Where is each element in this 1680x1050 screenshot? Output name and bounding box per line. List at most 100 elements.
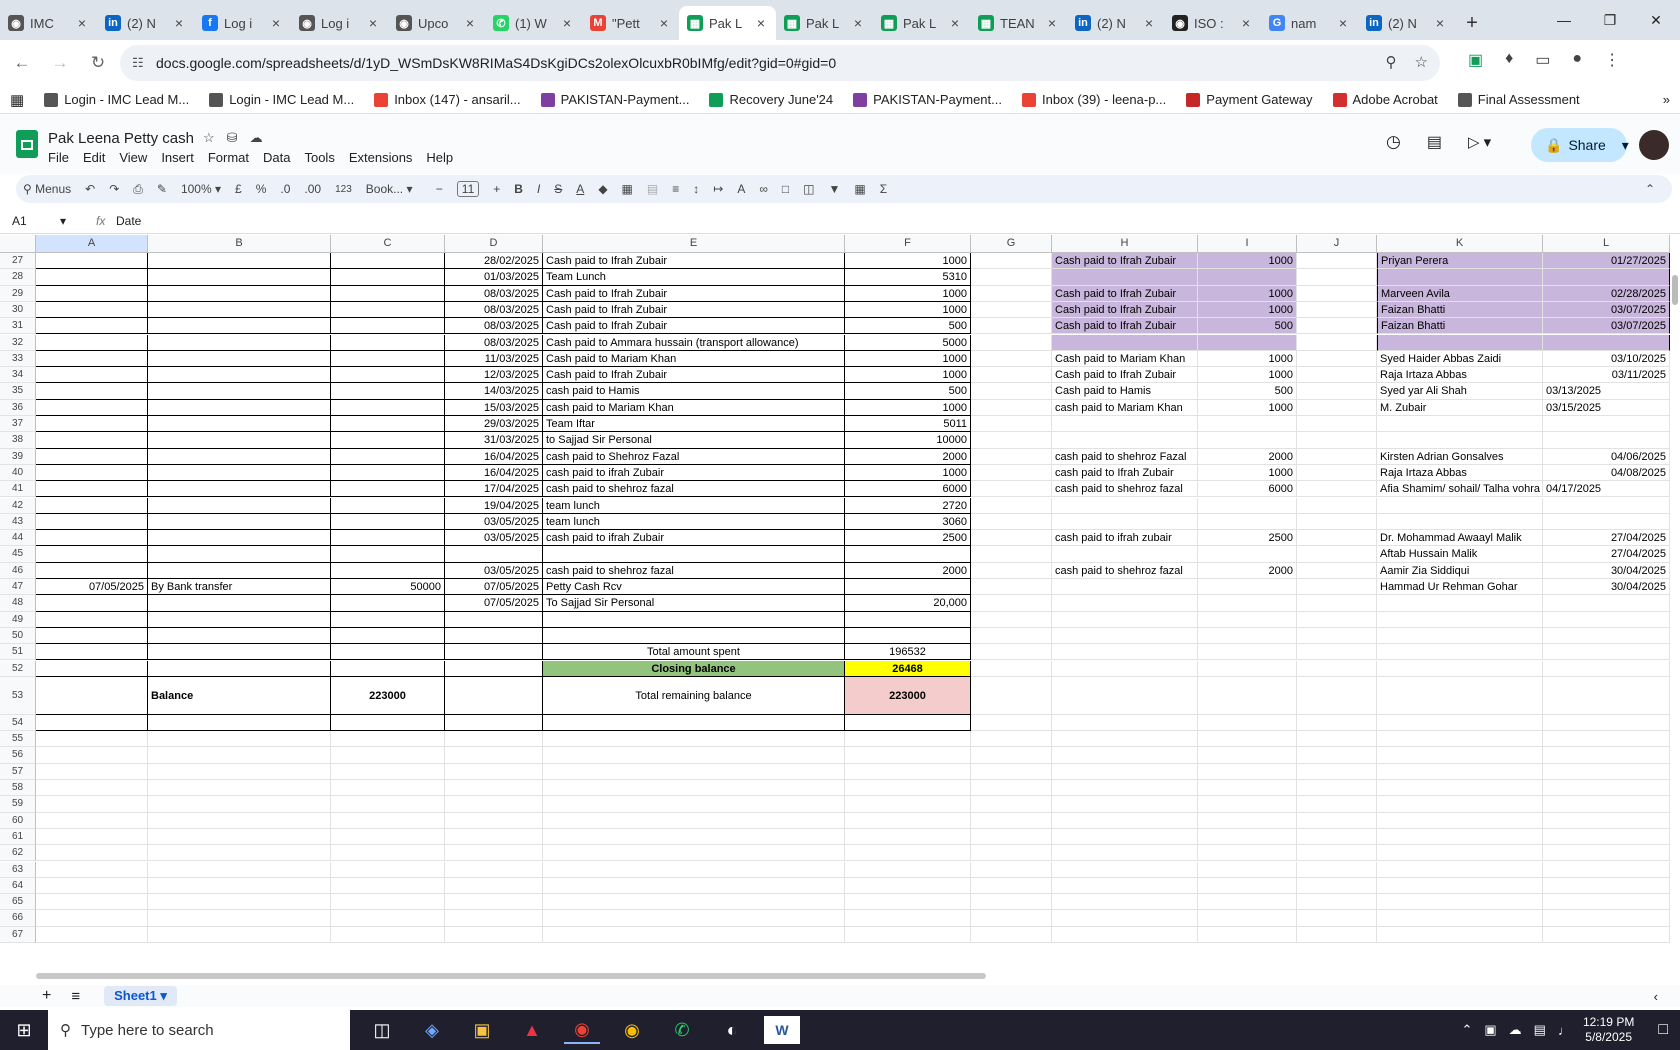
cell-k[interactable] [1377,812,1543,829]
cell-b[interactable]: Balance [148,676,331,715]
cell-k[interactable]: Syed Haider Abbas Zaidi [1377,350,1543,368]
row-header[interactable]: 60 [0,812,36,829]
cell-b[interactable] [148,530,331,547]
cell-c[interactable] [331,910,445,927]
cell-k[interactable] [1377,877,1543,895]
cell-c[interactable] [331,269,445,286]
cell-a[interactable] [36,731,148,748]
valign-icon[interactable]: ↕ [686,182,706,196]
cell-k[interactable]: Syed yar Ali Shah [1377,383,1543,400]
cell-j[interactable] [1297,579,1377,596]
cell-g[interactable] [971,780,1052,797]
cell-f[interactable]: 1000 [845,350,971,368]
cell-h[interactable] [1052,926,1198,943]
print-icon[interactable]: ⎙ [126,182,150,197]
cell-e[interactable] [543,894,845,911]
cell-i[interactable] [1198,763,1297,780]
cell-a[interactable]: 07/05/2025 [36,579,148,596]
cell-f[interactable]: 1000 [845,399,971,416]
cell-d[interactable] [445,910,543,927]
cell-l[interactable] [1543,714,1670,732]
column-header-f[interactable]: F [845,235,971,253]
cell-d[interactable] [445,796,543,813]
cell-f[interactable] [845,812,971,829]
cell-a[interactable] [36,796,148,813]
cell-c[interactable] [331,562,445,579]
cell-f[interactable] [845,731,971,748]
cell-d[interactable] [445,644,543,661]
menu-extensions[interactable]: Extensions [349,150,413,165]
cell-i[interactable]: 500 [1198,318,1297,335]
cell-f[interactable] [845,546,971,563]
cell-a[interactable] [36,285,148,302]
cell-g[interactable] [971,796,1052,813]
cell-e[interactable]: cash paid to ifrah Zubair [543,530,845,547]
cell-a[interactable] [36,350,148,368]
cell-b[interactable] [148,763,331,780]
font-size-decrease-icon[interactable]: − [429,182,450,196]
cell-b[interactable] [148,546,331,563]
cell-h[interactable]: Cash paid to Ifrah Zubair [1052,253,1198,270]
cell-j[interactable] [1297,301,1377,319]
menu-file[interactable]: File [48,150,69,165]
cell-l[interactable]: 03/07/2025 [1543,318,1670,335]
cell-b[interactable] [148,497,331,514]
cell-g[interactable] [971,399,1052,416]
cell-c[interactable] [331,714,445,732]
apps-icon[interactable]: ▦ [0,91,34,109]
undo-icon[interactable]: ↶ [78,182,102,196]
extension-icon[interactable]: ▣ [1468,50,1483,70]
cell-a[interactable] [36,253,148,270]
row-header[interactable]: 49 [0,611,36,628]
star-icon[interactable]: ☆ [203,130,215,146]
cell-e[interactable]: cash paid to Shehroz Fazal [543,448,845,465]
cell-i[interactable]: 1000 [1198,253,1297,270]
cell-l[interactable] [1543,644,1670,661]
cell-a[interactable] [36,448,148,465]
cell-j[interactable] [1297,595,1377,612]
menu-data[interactable]: Data [263,150,290,165]
italic-icon[interactable]: I [530,182,547,196]
cell-l[interactable] [1543,513,1670,531]
cell-d[interactable]: 31/03/2025 [445,432,543,449]
cell-h[interactable]: cash paid to shehroz Fazal [1052,448,1198,465]
cell-k[interactable] [1377,796,1543,813]
cell-g[interactable] [971,676,1052,715]
cell-c[interactable] [331,367,445,384]
redo-icon[interactable]: ↷ [102,182,126,196]
cell-a[interactable] [36,595,148,612]
cell-d[interactable] [445,546,543,563]
cell-e[interactable]: Cash paid to Mariam Khan [543,350,845,368]
bookmark-item[interactable]: Final Assessment [1448,92,1590,107]
cell-b[interactable] [148,660,331,677]
browser-tab[interactable]: ◉ Upco × [388,6,485,40]
cell-b[interactable] [148,910,331,927]
cell-h[interactable] [1052,432,1198,449]
comment-icon[interactable]: □ [775,182,796,196]
cell-e[interactable]: cash paid to shehroz fazal [543,481,845,498]
row-header[interactable]: 38 [0,432,36,449]
cell-f[interactable] [845,796,971,813]
collapse-toolbar-icon[interactable]: ⌃ [1638,182,1662,196]
cell-e[interactable]: Cash paid to Ifrah Zubair [543,253,845,270]
row-header[interactable]: 47 [0,579,36,596]
cell-h[interactable]: cash paid to Ifrah Zubair [1052,464,1198,482]
cell-a[interactable] [36,464,148,482]
cell-k[interactable] [1377,497,1543,514]
cell-a[interactable] [36,562,148,579]
cell-i[interactable] [1198,731,1297,748]
cell-k[interactable] [1377,627,1543,645]
cell-h[interactable] [1052,780,1198,797]
cell-a[interactable] [36,301,148,319]
cell-k[interactable] [1377,432,1543,449]
cell-d[interactable]: 03/05/2025 [445,513,543,531]
cell-e[interactable]: Team Iftar [543,416,845,433]
cell-c[interactable] [331,660,445,677]
cell-h[interactable]: Cash paid to Ifrah Zubair [1052,301,1198,319]
cell-g[interactable] [971,497,1052,514]
cell-a[interactable] [36,747,148,764]
cell-f[interactable]: 5310 [845,269,971,286]
cell-i[interactable]: 1000 [1198,301,1297,319]
cell-f[interactable]: 3060 [845,513,971,531]
cell-l[interactable]: 04/08/2025 [1543,464,1670,482]
